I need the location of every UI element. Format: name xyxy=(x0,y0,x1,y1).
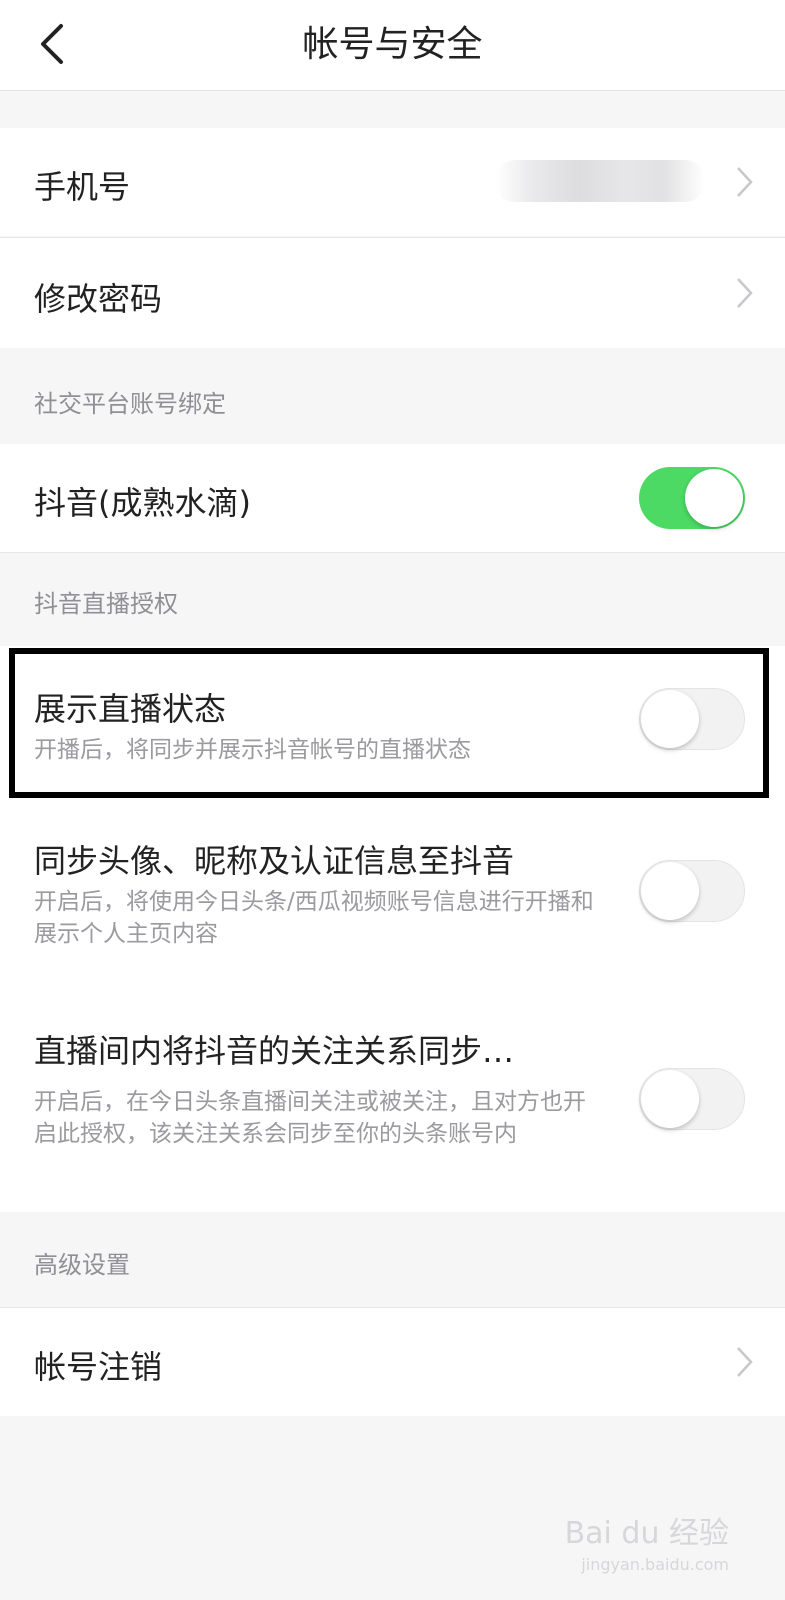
live-status-title: 展示直播状态 xyxy=(34,690,227,728)
toggle-knob xyxy=(641,862,699,920)
sync-follow-toggle[interactable] xyxy=(639,1068,745,1130)
sync-follow-title: 直播间内将抖音的关注关系同步… xyxy=(34,1032,515,1070)
chevron-left-icon xyxy=(41,24,63,64)
live-status-desc: 开播后，将同步并展示抖音帐号的直播状态 xyxy=(34,737,471,763)
deactivate-account-label: 帐号注销 xyxy=(34,1348,163,1386)
divider xyxy=(0,552,785,553)
navigation-bar: 帐号与安全 xyxy=(0,0,785,91)
section-title-live-auth: 抖音直播授权 xyxy=(34,590,178,618)
page-title: 帐号与安全 xyxy=(302,24,483,65)
douyin-binding-toggle[interactable] xyxy=(639,467,745,529)
phone-label: 手机号 xyxy=(34,168,131,206)
douyin-label: 抖音(成熟水滴) xyxy=(34,484,251,522)
change-password-row[interactable]: 修改密码 xyxy=(0,238,785,348)
chevron-right-icon xyxy=(735,165,755,199)
watermark-logo: Bai du 经验 xyxy=(564,1516,729,1551)
douyin-binding-row: 抖音(成熟水滴) xyxy=(0,444,785,552)
sync-follow-desc: 开启后，在今日头条直播间关注或被关注，且对方也开启此授权，该关注关系会同步至你的… xyxy=(34,1089,586,1147)
sync-profile-title: 同步头像、昵称及认证信息至抖音 xyxy=(34,842,515,880)
back-button[interactable] xyxy=(28,20,76,68)
masked-phone-value xyxy=(495,160,705,202)
chevron-right-icon xyxy=(735,1345,755,1379)
sync-profile-toggle[interactable] xyxy=(639,860,745,922)
toggle-knob xyxy=(641,690,699,748)
change-password-label: 修改密码 xyxy=(34,280,163,318)
live-status-toggle[interactable] xyxy=(639,688,745,750)
watermark-url: jingyan.baidu.com xyxy=(581,1555,729,1574)
section-title-advanced: 高级设置 xyxy=(34,1251,130,1279)
section-title-social: 社交平台账号绑定 xyxy=(34,390,226,418)
sync-profile-desc: 开启后，将使用今日头条/西瓜视频账号信息进行开播和展示个人主页内容 xyxy=(34,889,594,947)
deactivate-account-row[interactable]: 帐号注销 xyxy=(0,1308,785,1416)
chevron-right-icon xyxy=(735,276,755,310)
live-auth-group: 展示直播状态 开播后，将同步并展示抖音帐号的直播状态 同步头像、昵称及认证信息至… xyxy=(0,646,785,1212)
toggle-knob xyxy=(641,1070,699,1128)
toggle-knob xyxy=(685,469,743,527)
